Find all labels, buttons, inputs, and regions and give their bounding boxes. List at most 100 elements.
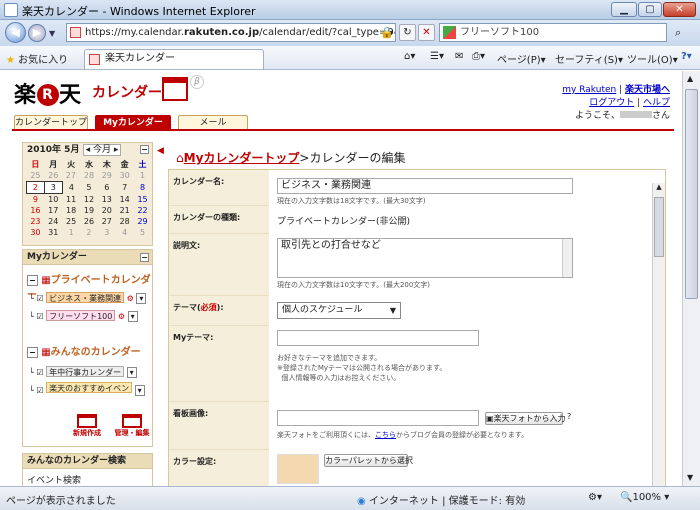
calendar-day[interactable]: 4 [116, 227, 134, 238]
scroll-down-icon[interactable]: ▼ [687, 473, 693, 482]
new-calendar-button[interactable]: 新規作成 [69, 414, 105, 438]
calendar-day[interactable]: 10 [44, 194, 62, 206]
collapse-sidebar-icon[interactable]: ◀ [157, 146, 164, 156]
search-icon[interactable]: ⌕ [675, 26, 681, 40]
collapse-icon[interactable]: − [140, 253, 149, 262]
scroll-up-icon[interactable]: ▲ [687, 74, 693, 83]
dropdown-icon[interactable]: ▾ [126, 367, 137, 378]
color-palette-button[interactable]: カラーパレットから選択 [324, 454, 413, 467]
back-button[interactable]: ◀ [5, 22, 26, 43]
browser-tab[interactable]: 楽天カレンダー [84, 49, 264, 69]
calendar-day[interactable]: 6 [98, 182, 116, 194]
calendar-day[interactable]: 12 [80, 194, 98, 206]
minimize-button[interactable]: ▁ [611, 2, 637, 17]
calendar-day[interactable]: 22 [134, 205, 152, 216]
calendar-day[interactable]: 25 [62, 216, 80, 227]
print-icon[interactable]: ⎙▾ [472, 51, 485, 62]
calendar-item[interactable]: └ ☑ フリーソフト100 ⚙ ▾ [29, 310, 138, 322]
collapse-icon[interactable]: − [27, 275, 38, 286]
help-icon[interactable]: ?▾ [681, 51, 692, 62]
scroll-thumb[interactable] [685, 89, 698, 299]
calendar-item-label[interactable]: フリーソフト100 [46, 310, 116, 321]
logout-link[interactable]: ログアウト [589, 98, 634, 108]
page-menu[interactable]: ページ(P)▾ [497, 51, 546, 66]
calendar-day[interactable]: 28 [80, 170, 98, 182]
calendar-day[interactable]: 29 [134, 216, 152, 227]
calendar-day[interactable]: 25 [27, 170, 45, 182]
calendar-day[interactable]: 19 [80, 205, 98, 216]
rakuten-photo-button[interactable]: ▣楽天フォトから入力 [485, 412, 566, 425]
calendar-item-label[interactable]: 年中行事カレンダー [46, 366, 125, 377]
calendar-day[interactable]: 8 [134, 182, 152, 194]
refresh-button[interactable]: ↻ [399, 24, 416, 41]
calendar-day[interactable]: 17 [44, 205, 62, 216]
calendar-day[interactable]: 3 [98, 227, 116, 238]
calendar-day[interactable]: 4 [62, 182, 80, 194]
dropdown-icon[interactable]: ▾ [136, 293, 147, 304]
banner-register-link[interactable]: こちら [375, 431, 396, 439]
my-rakuten-link[interactable]: my Rakuten [562, 85, 616, 95]
form-scrollbar[interactable]: ▲ [652, 183, 665, 486]
calendar-day[interactable]: 31 [44, 227, 62, 238]
my-theme-input[interactable] [277, 330, 479, 346]
textarea-scrollbar[interactable] [562, 239, 572, 277]
calendar-item[interactable]: └ ☑ ビジネス・業務関連 ⚙ ▾ [29, 292, 147, 304]
security-zone[interactable]: ◉ インターネット | 保護モード: 有効 [357, 492, 525, 507]
calendar-day[interactable]: 2 [26, 181, 45, 194]
calendar-day[interactable]: 23 [27, 216, 45, 227]
calendar-day[interactable]: 13 [98, 194, 116, 206]
calendar-day[interactable]: 5 [80, 182, 98, 194]
calendar-day[interactable]: 21 [116, 205, 134, 216]
gear-icon[interactable]: ⚙ [118, 312, 125, 321]
favorites-button[interactable]: ★ お気に入り [6, 51, 68, 66]
calendar-day[interactable]: 14 [116, 194, 134, 206]
banner-input[interactable] [277, 410, 479, 426]
calendar-day[interactable]: 5 [134, 227, 152, 238]
calendar-day[interactable]: 26 [44, 170, 62, 182]
tools-menu[interactable]: ツール(O)▾ [627, 51, 678, 66]
maximize-button[interactable]: ▢ [638, 2, 662, 17]
calendar-day[interactable]: 1 [62, 227, 80, 238]
calendar-item[interactable]: └ ☑ 楽天のおすすめイベント情報 ▾ [29, 382, 145, 396]
url-input[interactable]: https://my.calendar.rakuten.co.jp/calend… [66, 23, 396, 42]
calendar-day[interactable]: 3 [43, 181, 63, 194]
calendar-day[interactable]: 1 [134, 170, 152, 182]
ichiba-link[interactable]: 楽天市場へ [625, 85, 670, 95]
calendar-item-label[interactable]: ビジネス・業務関連 [46, 292, 125, 303]
scroll-up-icon[interactable]: ▲ [654, 183, 664, 193]
home-icon[interactable]: ⌂▾ [404, 51, 415, 62]
calendar-day[interactable]: 15 [134, 194, 152, 206]
collapse-icon[interactable]: − [140, 145, 149, 154]
calendar-day[interactable]: 24 [44, 216, 62, 227]
calendar-day[interactable]: 18 [62, 205, 80, 216]
calendar-day[interactable]: 30 [27, 227, 45, 238]
calendar-day[interactable]: 20 [98, 205, 116, 216]
calendar-day[interactable]: 27 [98, 216, 116, 227]
manage-calendar-button[interactable]: 管理・編集 [112, 414, 152, 438]
help-question-icon[interactable]: ? [567, 412, 571, 421]
calendar-day[interactable]: 11 [62, 194, 80, 206]
history-dropdown-icon[interactable]: ▼ [49, 29, 55, 38]
safety-menu[interactable]: セーフティ(S)▾ [555, 51, 623, 66]
calendar-day[interactable]: 16 [27, 205, 45, 216]
calendar-day[interactable]: 9 [27, 194, 45, 206]
public-group[interactable]: − ▦みんなのカレンダー [27, 343, 141, 358]
search-input[interactable]: フリーソフト100 [439, 23, 667, 42]
protected-mode-icon[interactable]: ⚙▾ [588, 492, 602, 503]
help-link[interactable]: ヘルプ [643, 98, 670, 108]
stop-button[interactable]: ✕ [418, 24, 435, 41]
theme-select[interactable]: 個人のスケジュール ▼ [277, 302, 401, 319]
gear-icon[interactable]: ⚙ [127, 294, 134, 303]
calendar-day[interactable]: 28 [116, 216, 134, 227]
collapse-icon[interactable]: − [27, 347, 38, 358]
close-window-button[interactable]: ✕ [663, 2, 696, 17]
calendar-day[interactable]: 30 [116, 170, 134, 182]
lock-icon[interactable]: 🔒 [380, 26, 394, 39]
rakuten-logo[interactable]: 楽R天 [14, 77, 82, 109]
calendar-day[interactable]: 26 [80, 216, 98, 227]
dropdown-icon[interactable]: ▾ [134, 385, 145, 396]
dropdown-icon[interactable]: ▾ [127, 311, 138, 322]
zoom-control[interactable]: 🔍100% ▾ [620, 492, 669, 503]
calendar-day[interactable]: 27 [62, 170, 80, 182]
mini-calendar-nav[interactable]: ◂ 今月 ▸ [82, 144, 122, 156]
